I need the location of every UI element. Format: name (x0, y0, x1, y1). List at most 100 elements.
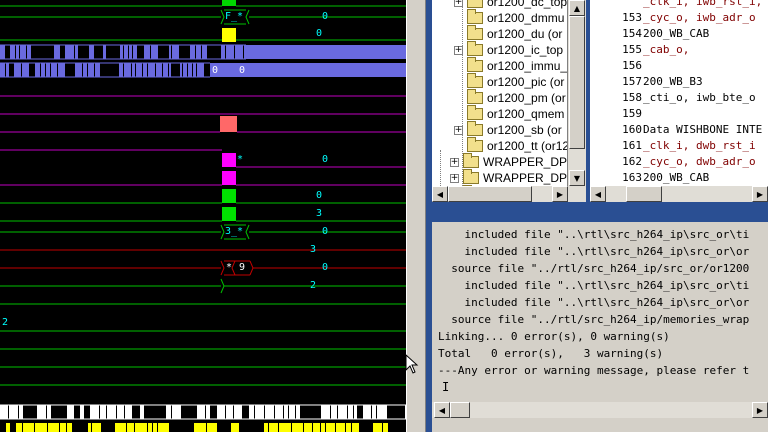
bus-segment (153, 423, 157, 432)
hierarchy-tree-panel[interactable]: + or1200_dc_top or1200_dmmu or1200_du (or + o… (432, 0, 586, 202)
code-horizontal-scrollbar[interactable]: ◀ ▶ (590, 186, 768, 202)
bus-segment (75, 63, 82, 77)
bus-segment (58, 63, 65, 77)
bus-segment (313, 423, 320, 432)
tree-item[interactable]: + WRAPPER_DPRA (450, 153, 567, 170)
bus-segment (16, 423, 22, 432)
folder-icon (467, 57, 483, 72)
folder-icon (467, 41, 483, 56)
signal-segment-yellow (222, 28, 236, 42)
scroll-right-arrow-icon[interactable]: ▶ (752, 402, 768, 418)
tree-item[interactable]: + or1200_ic_top (454, 41, 563, 58)
bus-segment (100, 405, 106, 419)
waveform-pane[interactable]: F_* 0 0 0 0 * 0 0 3 3_* 0 3 * 9 0 2 2 (0, 0, 406, 432)
tree-item[interactable]: or1200_pm (or (454, 89, 566, 106)
source-code-view[interactable]: _clk_i, iwb_rst_i, 153_cyc_o, iwb_adr_o 15… (590, 0, 768, 186)
scroll-right-arrow-icon[interactable]: ▶ (752, 186, 768, 202)
tree-item[interactable]: or1200_qmem (454, 105, 564, 122)
line-number: 163 (622, 171, 642, 184)
bus-segment (144, 45, 150, 59)
bus-segment (352, 423, 359, 432)
bus-segment (221, 45, 225, 59)
line-number: 160 (622, 123, 642, 136)
line-number: 156 (622, 59, 642, 72)
scroll-left-arrow-icon[interactable]: ◀ (434, 402, 450, 418)
tree-item[interactable]: + or1200_sb (or (454, 121, 562, 138)
bus-segment (16, 45, 19, 59)
bus-segment (217, 405, 225, 419)
folder-icon (467, 0, 483, 8)
code-text: _clk_i, iwb_rst_i, (643, 0, 763, 8)
signal-segment-green (222, 189, 236, 203)
tree-item[interactable]: or1200_immu_ (454, 57, 567, 74)
bus-segment (183, 63, 187, 77)
expand-toggle-icon[interactable]: + (454, 125, 463, 135)
scroll-down-arrow-icon[interactable]: ▼ (569, 170, 585, 186)
scroll-left-arrow-icon[interactable]: ◀ (590, 186, 606, 202)
line-number: 154 (622, 27, 642, 40)
tree-guide-line (440, 150, 441, 186)
tree-item[interactable]: + WRAPPER_DPRF (450, 169, 567, 186)
scroll-right-arrow-icon[interactable]: ▶ (552, 186, 568, 202)
console-line: included file "..\rtl\src_h264_ip\src_or… (438, 296, 750, 309)
expand-toggle-icon[interactable]: + (450, 173, 459, 183)
tree-horizontal-scrollbar[interactable]: ◀ ▶ (432, 186, 586, 202)
bus-segment (194, 423, 206, 432)
bus-segment (169, 45, 171, 59)
expand-toggle-icon[interactable]: + (454, 0, 463, 7)
hierarchy-tree[interactable]: + or1200_dc_top or1200_dmmu or1200_du (or + o… (432, 0, 568, 186)
bus-segment (296, 405, 300, 419)
bus-segment (107, 405, 116, 419)
bus-segment (75, 45, 78, 59)
line-number: 161 (622, 139, 642, 152)
tree-item[interactable]: or1200_du (or (454, 25, 562, 42)
console-line: included file "..\rtl\src_h264_ip\src_or… (438, 245, 750, 258)
console-line: included file "..\rtl\src_h264_ip\src_or… (438, 279, 750, 292)
bus-transition (245, 224, 250, 240)
bus-segment (35, 423, 47, 432)
expand-toggle-icon[interactable]: + (454, 45, 463, 55)
bus-segment (115, 423, 126, 432)
console-line: ---Any error or warning message, please … (438, 364, 750, 377)
tree-item-label: or1200_dc_top (487, 0, 568, 9)
expand-toggle-icon[interactable]: + (450, 157, 459, 167)
bus-transition (249, 260, 254, 276)
tree-hscroll-thumb[interactable] (448, 186, 532, 202)
bus-segment (354, 405, 357, 419)
code-line: 157200_WB_B3 (590, 74, 702, 90)
code-hscroll-thumb[interactable] (626, 186, 662, 202)
source-code-panel[interactable]: _clk_i, iwb_rst_i, 153_cyc_o, iwb_adr_o 15… (590, 0, 768, 202)
bus-segment (373, 423, 382, 432)
bus-value-label: F_* (225, 11, 244, 22)
console-output-panel[interactable]: included file "..\rtl\src_h264_ip\src_or… (432, 222, 768, 432)
bus-value-label: 3_* (225, 226, 244, 237)
code-line: 160Data WISHBONE INTE (590, 122, 762, 138)
bus-segment (51, 63, 57, 77)
console-hscroll-thumb[interactable] (450, 402, 470, 418)
bus-activity-blue (0, 44, 406, 60)
bus-segment (197, 405, 205, 419)
tree-vertical-scrollbar[interactable]: ▲ ▼ (568, 0, 586, 186)
scroll-left-arrow-icon[interactable]: ◀ (432, 186, 448, 202)
bus-segment (9, 405, 18, 419)
bus-segment (133, 45, 137, 59)
bus-transition (220, 278, 225, 294)
folder-icon (467, 89, 483, 104)
code-line: 155_cab_o, (590, 42, 689, 58)
console-horizontal-scrollbar[interactable]: ◀ ▶ (432, 402, 768, 418)
bus-segment (132, 63, 135, 77)
waveform-canvas[interactable] (0, 0, 406, 432)
code-line: 161_clk_i, dwb_rst_i (590, 138, 755, 154)
bus-segment (188, 63, 192, 77)
tree-item[interactable]: or1200_pic (or (454, 73, 564, 90)
tree-scroll-thumb[interactable] (569, 16, 585, 149)
tree-item[interactable]: or1200_dmmu (454, 9, 564, 26)
bus-segment (292, 423, 303, 432)
bus-segment (235, 45, 243, 59)
bus-segment (207, 423, 217, 432)
tree-item[interactable]: or1200_tt (or12 (454, 137, 567, 154)
scroll-up-arrow-icon[interactable]: ▲ (569, 0, 585, 16)
console-output[interactable]: included file "..\rtl\src_h264_ip\src_or… (438, 226, 768, 402)
folder-icon (467, 121, 483, 136)
